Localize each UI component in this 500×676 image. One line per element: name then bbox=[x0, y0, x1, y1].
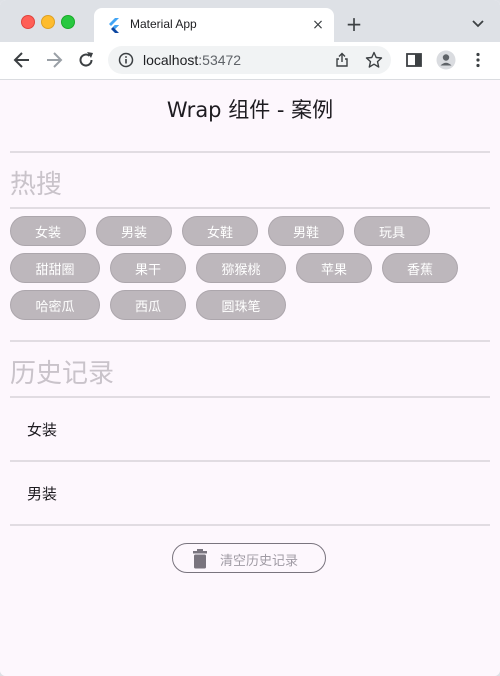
divider bbox=[10, 340, 490, 342]
reload-icon[interactable] bbox=[76, 50, 96, 70]
page-title: Wrap 组件 - 案例 bbox=[166, 98, 334, 122]
tab-material-app[interactable]: Material App × bbox=[94, 8, 334, 42]
url-text: localhost:53472 bbox=[143, 52, 241, 68]
chip-row: 甜甜圈 果干 猕猴桃 苹果 香蕉 bbox=[10, 253, 490, 285]
divider bbox=[10, 396, 490, 398]
divider bbox=[10, 524, 490, 526]
chip[interactable]: 男鞋 bbox=[268, 216, 344, 246]
chip[interactable]: 女装 bbox=[10, 216, 86, 246]
close-tab-icon[interactable]: × bbox=[310, 17, 326, 33]
kebab-menu-icon[interactable] bbox=[468, 50, 488, 70]
arrow-right-icon[interactable] bbox=[44, 50, 64, 70]
url-port: :53472 bbox=[198, 52, 242, 68]
side-panel-icon[interactable] bbox=[404, 50, 424, 70]
trash-icon bbox=[193, 549, 207, 569]
new-tab-button[interactable]: + bbox=[344, 14, 364, 34]
chip[interactable]: 男装 bbox=[96, 216, 172, 246]
chip[interactable]: 哈密瓜 bbox=[10, 290, 100, 320]
history-item-label: 男装 bbox=[27, 485, 58, 503]
address-bar[interactable]: localhost:53472 bbox=[108, 46, 391, 74]
page-content: Wrap 组件 - 案例 热搜 女装 男装 女鞋 男鞋 玩具 甜甜圈 果干 猕猴… bbox=[0, 80, 500, 676]
maximize-window-button[interactable] bbox=[61, 15, 75, 29]
history-list-item[interactable]: 男装 bbox=[10, 463, 490, 525]
flutter-icon bbox=[109, 18, 119, 33]
chevron-down-icon[interactable] bbox=[470, 15, 486, 31]
clear-history-label: 清空历史记录 bbox=[220, 554, 299, 569]
divider bbox=[10, 151, 490, 153]
chip-row: 女装 男装 女鞋 男鞋 玩具 bbox=[10, 216, 490, 248]
url-host: localhost bbox=[143, 52, 199, 68]
chip[interactable]: 玩具 bbox=[354, 216, 430, 246]
clear-history-button[interactable]: 清空历史记录 bbox=[172, 543, 326, 573]
history-heading: 历史记录 bbox=[10, 359, 115, 389]
browser-window: Material App × + localhost:53472 Wrap 组件… bbox=[0, 0, 500, 676]
chip[interactable]: 女鞋 bbox=[182, 216, 258, 246]
chip[interactable]: 香蕉 bbox=[382, 253, 458, 283]
star-icon[interactable] bbox=[365, 51, 383, 69]
tab-title: Material App bbox=[130, 17, 197, 31]
tab-strip: Material App × + bbox=[0, 0, 500, 42]
hot-search-heading: 热搜 bbox=[10, 170, 63, 200]
close-window-button[interactable] bbox=[21, 15, 35, 29]
chip[interactable]: 苹果 bbox=[296, 253, 372, 283]
minimize-window-button[interactable] bbox=[41, 15, 55, 29]
chip[interactable]: 猕猴桃 bbox=[196, 253, 286, 283]
avatar-icon[interactable] bbox=[436, 50, 456, 70]
chip[interactable]: 西瓜 bbox=[110, 290, 186, 320]
history-list-item[interactable]: 女装 bbox=[10, 399, 490, 461]
hot-search-chips: 女装 男装 女鞋 男鞋 玩具 甜甜圈 果干 猕猴桃 苹果 香蕉 哈密瓜 西瓜 圆… bbox=[10, 216, 490, 327]
chip[interactable]: 甜甜圈 bbox=[10, 253, 100, 283]
chip[interactable]: 果干 bbox=[110, 253, 186, 283]
info-icon[interactable] bbox=[118, 52, 134, 68]
history-item-label: 女装 bbox=[27, 421, 58, 439]
share-icon[interactable] bbox=[334, 52, 350, 68]
chip[interactable]: 圆珠笔 bbox=[196, 290, 286, 320]
divider bbox=[10, 207, 490, 209]
chip-row: 哈密瓜 西瓜 圆珠笔 bbox=[10, 290, 490, 322]
divider bbox=[10, 460, 490, 462]
arrow-left-icon[interactable] bbox=[12, 50, 32, 70]
browser-toolbar: localhost:53472 bbox=[0, 42, 500, 80]
